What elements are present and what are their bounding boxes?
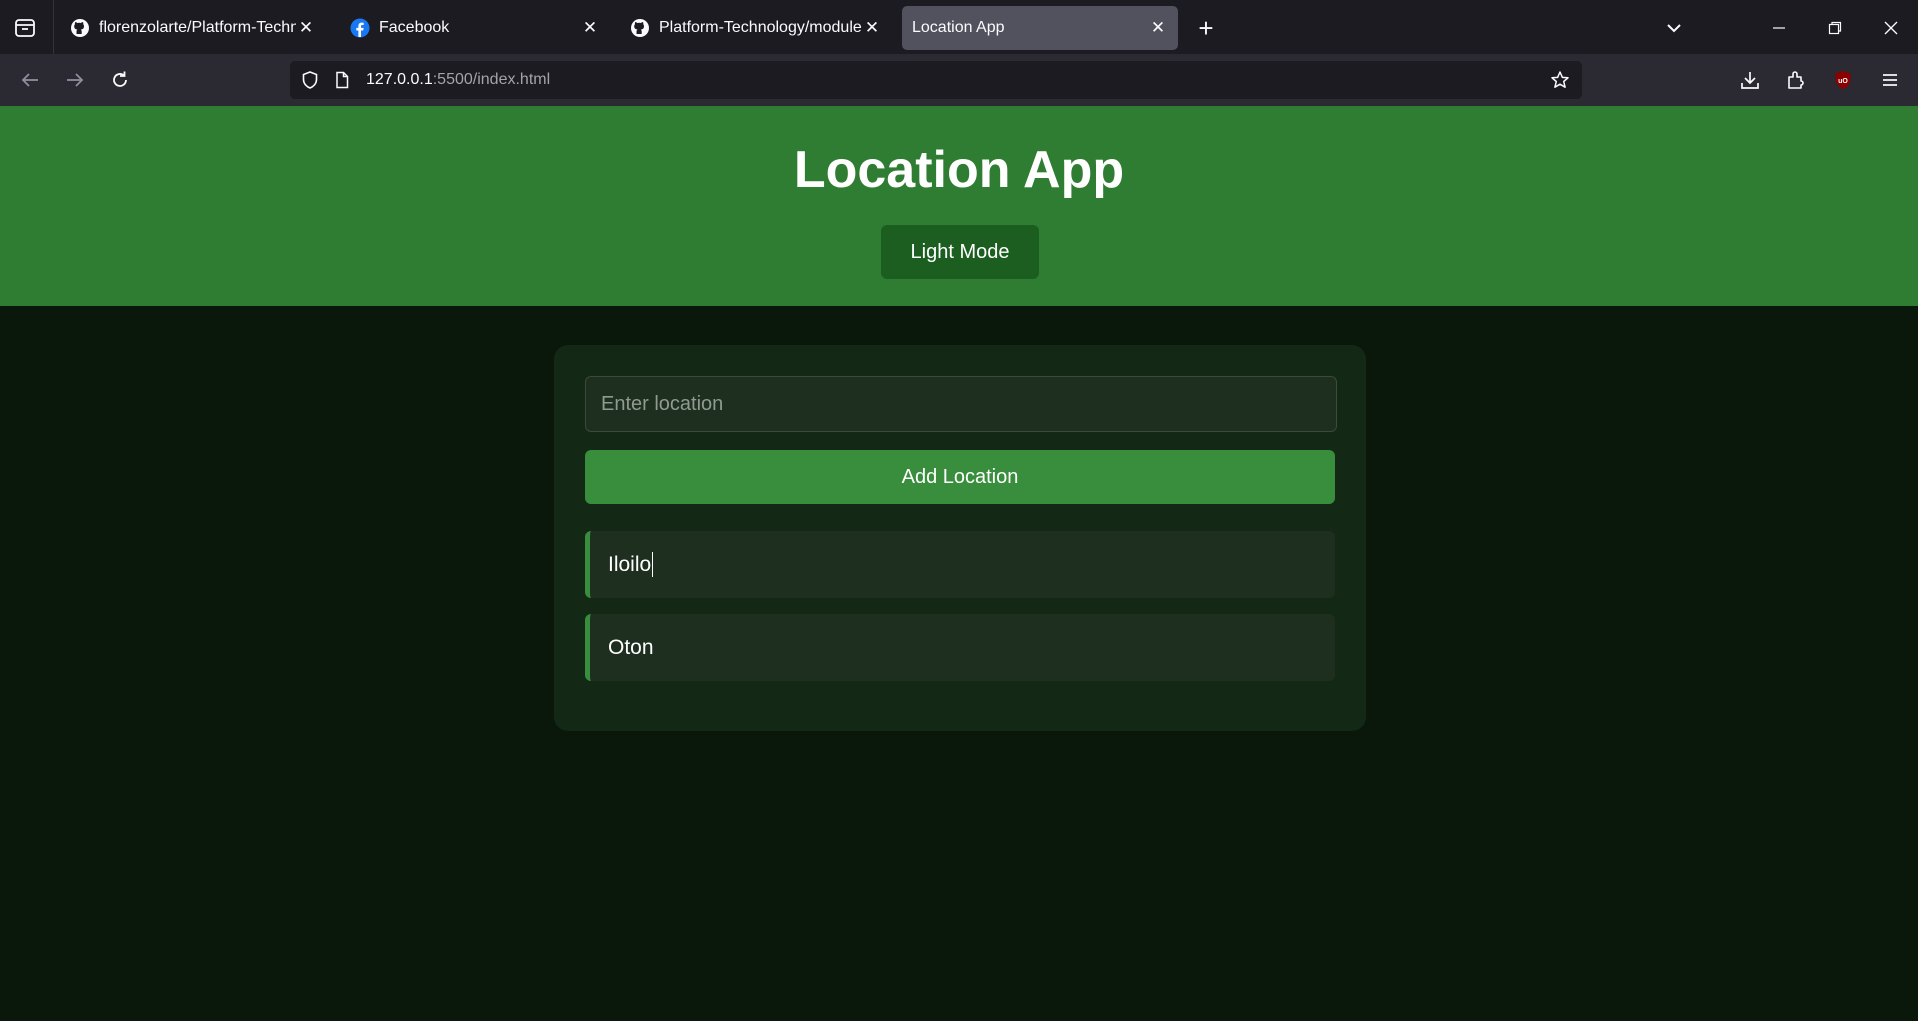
tab-title: Location App — [912, 19, 1005, 36]
page-icon[interactable] — [332, 70, 352, 90]
extensions-icon[interactable] — [1782, 66, 1810, 94]
star-icon[interactable] — [1550, 70, 1570, 90]
download-icon[interactable] — [1736, 66, 1764, 94]
reload-icon[interactable] — [106, 66, 134, 94]
app-header: Location App Light Mode — [0, 106, 1918, 306]
new-tab-icon[interactable]: + — [1192, 13, 1220, 43]
ublock-origin-icon[interactable]: uO — [1829, 66, 1857, 94]
page-content: Location App Light Mode Add Location Ilo… — [0, 106, 1918, 1021]
location-item[interactable]: Oton — [585, 614, 1335, 681]
tab-strip: florenzolarte/Platform-Technology ✕ Face… — [0, 0, 1918, 54]
location-name: Iloilo — [608, 552, 652, 576]
github-icon — [70, 18, 90, 38]
minimize-icon[interactable] — [1765, 14, 1793, 42]
shield-icon[interactable] — [300, 70, 320, 90]
tab-location-app[interactable]: Location App ✕ — [902, 6, 1178, 50]
location-name: Oton — [608, 635, 654, 659]
close-window-icon[interactable] — [1877, 14, 1905, 42]
tab-facebook[interactable]: Facebook ✕ — [340, 6, 610, 50]
svg-text:uO: uO — [1838, 78, 1848, 85]
address-bar[interactable]: 127.0.0.1:5500/index.html — [290, 61, 1582, 99]
close-tab-icon[interactable]: ✕ — [580, 18, 600, 38]
close-tab-icon[interactable]: ✕ — [296, 18, 316, 38]
back-arrow-icon[interactable] — [16, 66, 44, 94]
github-icon — [630, 18, 650, 38]
tab-github-repo[interactable]: florenzolarte/Platform-Technology ✕ — [60, 6, 326, 50]
tab-github-module[interactable]: Platform-Technology/module 2 ✕ — [620, 6, 892, 50]
tab-separator — [53, 0, 54, 54]
location-card: Add Location Iloilo Oton — [554, 345, 1366, 731]
firefox-view-icon[interactable] — [12, 15, 38, 41]
add-location-button[interactable]: Add Location — [585, 450, 1335, 504]
url-host: 127.0.0.1 — [366, 71, 433, 88]
tab-title: Facebook — [379, 19, 450, 36]
location-item[interactable]: Iloilo — [585, 531, 1335, 598]
forward-arrow-icon[interactable] — [61, 66, 89, 94]
menu-icon[interactable] — [1876, 66, 1904, 94]
tab-title: Platform-Technology/module 2 — [659, 19, 862, 36]
url-text: 127.0.0.1:5500/index.html — [366, 71, 550, 89]
tab-title: florenzolarte/Platform-Technology — [99, 19, 296, 36]
navigation-toolbar: 127.0.0.1:5500/index.html uO — [0, 54, 1918, 106]
text-cursor — [652, 552, 654, 577]
restore-icon[interactable] — [1821, 14, 1849, 42]
chevron-down-icon[interactable] — [1662, 16, 1686, 40]
close-tab-icon[interactable]: ✕ — [1148, 18, 1168, 38]
url-path: :5500/index.html — [432, 71, 551, 88]
app-title: Location App — [793, 141, 1125, 199]
facebook-icon — [350, 18, 370, 38]
close-tab-icon[interactable]: ✕ — [862, 18, 882, 38]
location-input[interactable] — [585, 376, 1337, 432]
theme-toggle-button[interactable]: Light Mode — [881, 225, 1039, 279]
